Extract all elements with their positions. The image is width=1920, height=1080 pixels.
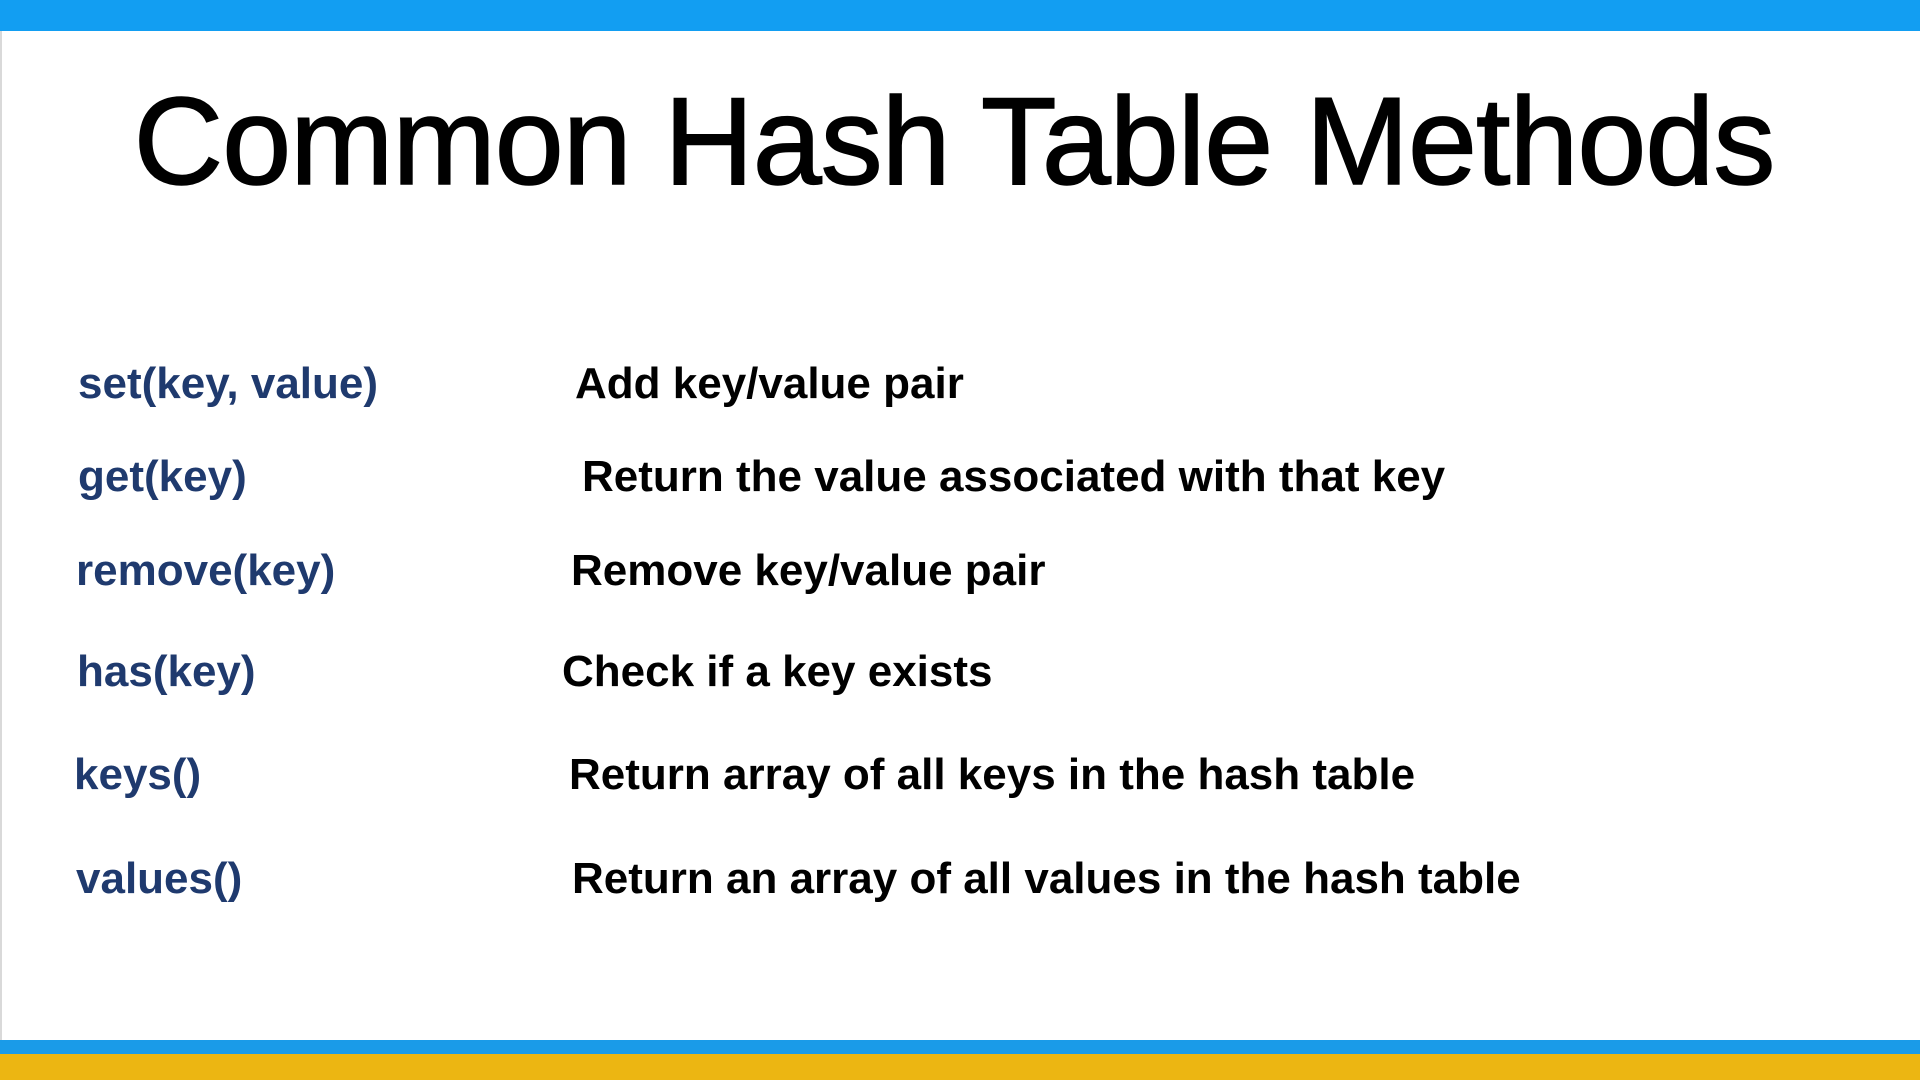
method-set: set(key, value) xyxy=(78,359,379,408)
slide-title: Common Hash Table Methods xyxy=(133,72,1776,211)
description-keys: Return array of all keys in the hash tab… xyxy=(569,750,1416,799)
description-set: Add key/value pair xyxy=(575,359,964,408)
bottom-blue-stripe xyxy=(0,1040,1920,1054)
bottom-yellow-stripe xyxy=(0,1054,1920,1080)
method-keys: keys() xyxy=(74,750,202,799)
method-remove: remove(key) xyxy=(76,546,336,595)
description-get: Return the value associated with that ke… xyxy=(582,452,1446,501)
method-has: has(key) xyxy=(77,647,256,696)
description-values: Return an array of all values in the has… xyxy=(572,854,1521,903)
description-remove: Remove key/value pair xyxy=(571,546,1046,595)
top-accent-bar xyxy=(0,0,1920,31)
method-get: get(key) xyxy=(78,452,247,501)
method-values: values() xyxy=(76,854,243,903)
description-has: Check if a key exists xyxy=(562,647,993,696)
slide: Common Hash Table Methods set(key, value… xyxy=(0,0,1920,1080)
